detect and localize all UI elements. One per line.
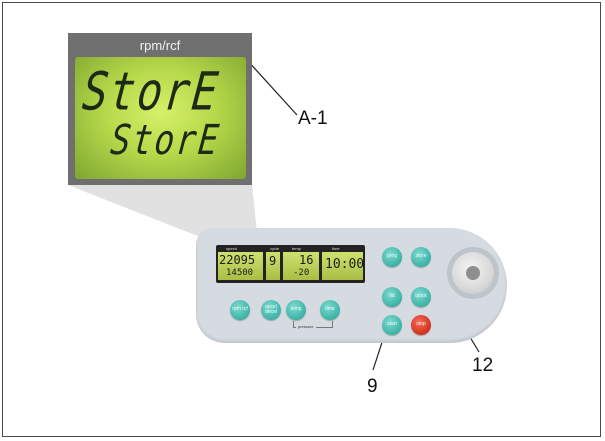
callout-12: 12 — [472, 355, 494, 376]
knob-center — [466, 266, 480, 280]
lcd-cycle-cell: 9 — [266, 252, 280, 280]
temp-button[interactable]: temp — [286, 300, 306, 320]
lcd-speed-bottom: 14500 — [226, 268, 254, 278]
lcd-head-time: time — [332, 246, 340, 251]
lcd-head-temp: temp — [292, 246, 301, 251]
lcd-temp-cell: 16 -20 — [283, 252, 319, 280]
callout-9: 9 — [367, 376, 378, 397]
device-lcd: speed cycle temp time 22095 14500 9 16 -… — [216, 245, 365, 283]
lid-button[interactable]: lid — [382, 287, 402, 307]
pressure-label: pressure — [296, 324, 316, 329]
lcd-line-1: StorE — [79, 60, 223, 123]
control-panel: speed cycle temp time 22095 14500 9 16 -… — [196, 228, 507, 343]
callout-a1: A-1 — [298, 108, 328, 129]
start-button[interactable]: start — [382, 315, 402, 335]
lcd-time: 10:00 — [325, 257, 365, 272]
lcd-line-2: StorE — [108, 115, 223, 164]
lcd-temp-top: 16 — [299, 253, 314, 267]
lcd-head-cycle: cycle — [270, 246, 280, 251]
lcd-temp-bottom: -20 — [293, 268, 310, 278]
time-button[interactable]: time — [320, 300, 340, 320]
zoomed-display: rpm/rcf StorE StorE — [68, 33, 252, 185]
zoom-display-title: rpm/rcf — [139, 38, 181, 53]
lcd-time-cell: 10:00 — [322, 252, 365, 280]
lcd-speed-cell: 22095 14500 — [218, 252, 263, 280]
rpm-rcf-button[interactable]: rpm rcf — [230, 300, 250, 320]
lcd-head-speed: speed — [226, 246, 237, 251]
quick-button[interactable]: quick — [411, 287, 431, 307]
stop-button[interactable]: stop — [411, 315, 431, 335]
lcd-speed-top: 22095 — [219, 253, 256, 267]
prog-button[interactable]: prog — [382, 247, 402, 267]
accel-decel-button[interactable]: accel decel — [261, 300, 281, 320]
store-button[interactable]: store — [411, 247, 431, 267]
lcd-cycle: 9 — [269, 254, 277, 268]
zoom-lcd-screen: StorE StorE — [75, 57, 246, 179]
